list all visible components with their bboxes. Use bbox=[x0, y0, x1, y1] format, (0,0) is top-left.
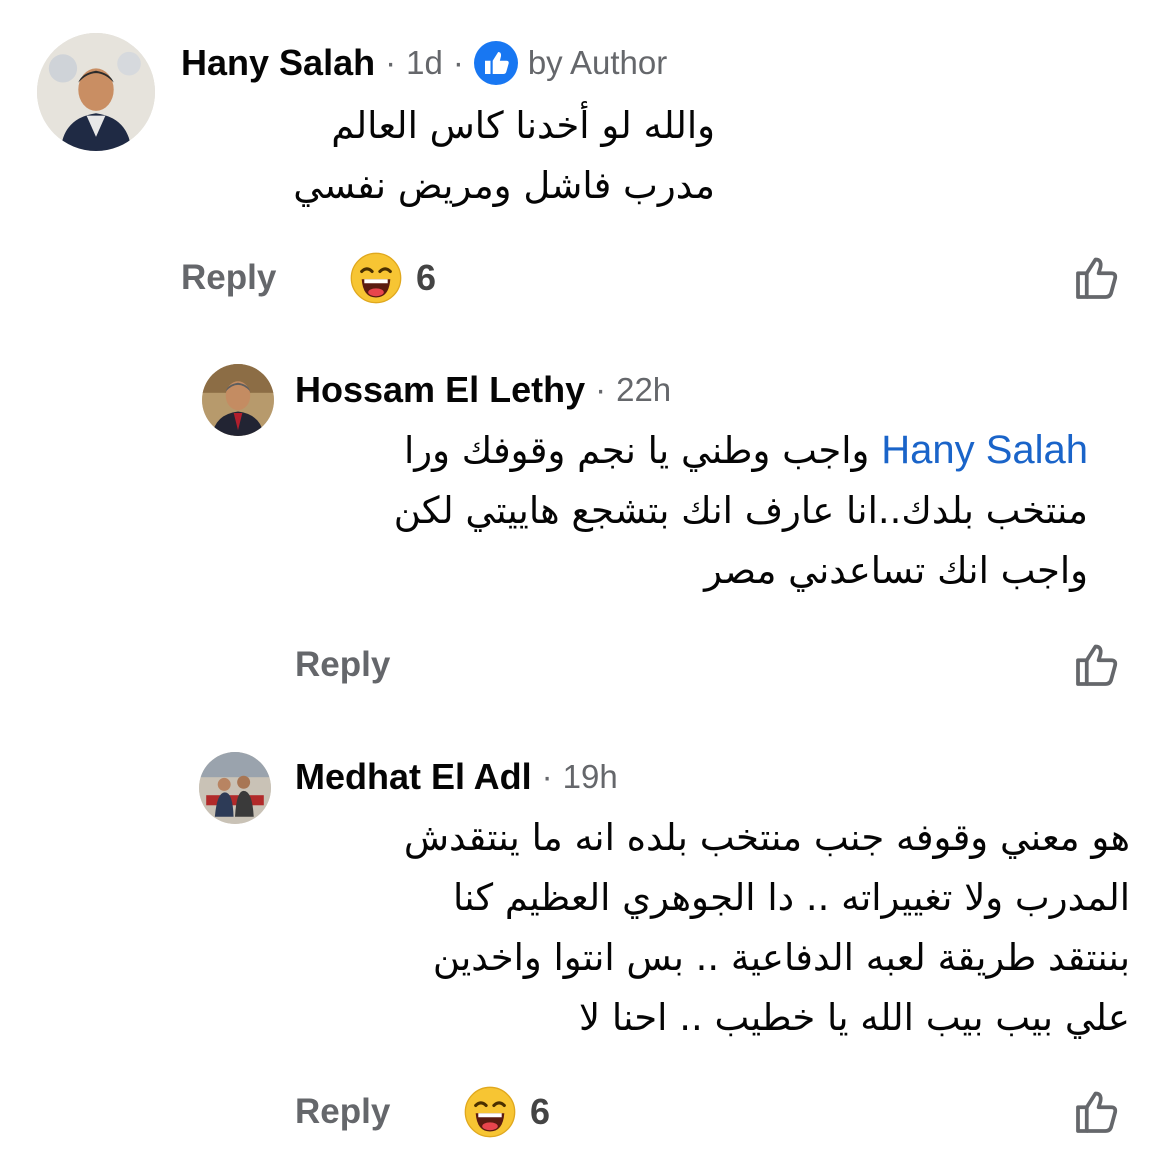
comment-line-text: واجب وطني يا نجم وقوفك ورا bbox=[404, 429, 870, 472]
laughing-emoji-icon bbox=[464, 1086, 516, 1138]
separator: · bbox=[595, 371, 607, 408]
separator: · bbox=[385, 44, 397, 81]
comment-line: منتخب بلدك..انا عارف انك بتشجع هاييتي لك… bbox=[393, 489, 1088, 532]
comment-line: بننتقد طريقة لعبه الدفاعية .. بس انتوا و… bbox=[432, 936, 1130, 979]
comment-line: مدرب فاشل ومريض نفسي bbox=[293, 164, 715, 207]
reply-button[interactable]: Reply bbox=[295, 645, 390, 685]
comment-line: Hany Salah واجب وطني يا نجم وقوفك ورا bbox=[268, 420, 1088, 481]
comment-line: واجب انك تساعدني مصر bbox=[704, 549, 1088, 592]
timestamp[interactable]: 1d bbox=[406, 44, 443, 82]
author-name[interactable]: Medhat El Adl bbox=[295, 756, 532, 798]
comment-header: Hany Salah · 1d · by Author bbox=[181, 38, 667, 88]
comment-line: علي بيب بيب الله يا خطيب .. احنا لا bbox=[579, 996, 1130, 1039]
comment-header: Hossam El Lethy · 22h bbox=[295, 365, 671, 415]
avatar[interactable] bbox=[199, 752, 271, 824]
comment-line: المدرب ولا تغييراته .. دا الجوهري العظيم… bbox=[453, 876, 1130, 919]
reaction-count: 6 bbox=[530, 1091, 551, 1132]
comment-line: والله لو أخدنا كاس العالم bbox=[331, 104, 715, 147]
reaction-summary[interactable]: 6 bbox=[464, 1086, 550, 1138]
avatar[interactable] bbox=[202, 364, 274, 436]
author-badge-label: by Author bbox=[527, 44, 668, 81]
author-name[interactable]: Hany Salah bbox=[181, 42, 375, 84]
timestamp[interactable]: 19h bbox=[563, 758, 618, 796]
like-icon[interactable] bbox=[1073, 1086, 1123, 1136]
comment-text: هو معني وقوفه جنب منتخب بلده انه ما ينتق… bbox=[270, 808, 1130, 1048]
author-name[interactable]: Hossam El Lethy bbox=[295, 369, 585, 411]
laughing-emoji-icon bbox=[350, 252, 402, 304]
like-icon[interactable] bbox=[1073, 252, 1123, 302]
reaction-count: 6 bbox=[416, 257, 437, 298]
comment-line: هو معني وقوفه جنب منتخب بلده انه ما ينتق… bbox=[403, 816, 1130, 859]
comment-text: Hany Salah واجب وطني يا نجم وقوفك ورا من… bbox=[268, 420, 1088, 601]
reply-button[interactable]: Reply bbox=[181, 258, 276, 298]
separator: · bbox=[452, 44, 464, 81]
avatar[interactable] bbox=[37, 33, 155, 151]
author-badge: by Author bbox=[473, 41, 668, 85]
comment-header: Medhat El Adl · 19h bbox=[295, 752, 618, 802]
mention-link[interactable]: Hany Salah bbox=[881, 428, 1088, 472]
like-icon[interactable] bbox=[1073, 639, 1123, 689]
comment-text: والله لو أخدنا كاس العالم مدرب فاشل ومري… bbox=[155, 96, 715, 216]
reply-button[interactable]: Reply bbox=[295, 1092, 390, 1132]
reaction-summary[interactable]: 6 bbox=[350, 252, 436, 304]
thumbs-up-badge-icon bbox=[473, 41, 518, 85]
separator: · bbox=[541, 758, 553, 795]
timestamp[interactable]: 22h bbox=[616, 371, 671, 409]
